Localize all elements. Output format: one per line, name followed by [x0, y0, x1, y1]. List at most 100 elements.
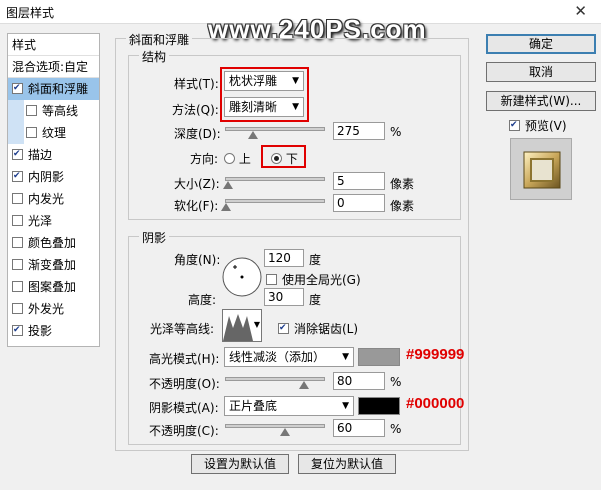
soften-slider-thumb[interactable] — [221, 203, 231, 211]
style-list-label: 斜面和浮雕 — [28, 82, 89, 96]
style-checkbox[interactable] — [26, 127, 37, 138]
technique-label: 方法(Q): — [172, 103, 219, 117]
style-preview-thumbnail — [510, 138, 572, 200]
contour-icon — [223, 314, 253, 341]
shadow-opacity-input[interactable]: 60 — [333, 419, 385, 437]
global-light-label: 使用全局光(G) — [282, 273, 361, 287]
size-input[interactable]: 5 — [333, 172, 385, 190]
soften-unit: 像素 — [390, 199, 415, 213]
make-default-button[interactable]: 设置为默认值 — [191, 454, 289, 474]
highlight-hex-annotation: #999999 — [406, 346, 465, 363]
altitude-input[interactable]: 30 — [264, 288, 304, 306]
style-list-item-content: 投影 — [12, 324, 52, 338]
style-list-label: 外发光 — [28, 302, 65, 316]
style-list-item-content: 纹理 — [26, 126, 66, 140]
style-list-header[interactable]: 混合选项:自定 — [8, 56, 99, 78]
soften-slider[interactable] — [221, 199, 325, 211]
highlight-opacity-label: 不透明度(O): — [149, 377, 220, 391]
style-list-item[interactable]: 渐变叠加 — [8, 254, 99, 276]
style-list-item[interactable]: 等高线 — [8, 100, 99, 122]
style-checkbox[interactable] — [12, 303, 23, 314]
structure-title: 结构 — [139, 48, 170, 65]
style-checkbox[interactable] — [12, 215, 23, 226]
size-slider[interactable] — [222, 177, 325, 189]
shadow-mode-select[interactable]: 正片叠底 ▼ — [224, 396, 354, 416]
highlight-color-swatch[interactable] — [358, 348, 400, 366]
reset-default-button[interactable]: 复位为默认值 — [298, 454, 396, 474]
depth-slider-thumb[interactable] — [247, 131, 258, 139]
preview-label: 预览(V) — [525, 119, 567, 133]
shadow-color-swatch[interactable] — [358, 397, 400, 415]
highlight-box-style — [220, 67, 309, 122]
highlight-opacity-input[interactable]: 80 — [333, 372, 385, 390]
highlight-opacity-slider[interactable] — [225, 377, 325, 389]
ok-button[interactable]: 确定 — [486, 34, 596, 54]
highlight-box-direction — [261, 145, 306, 168]
style-list-item[interactable]: 内发光 — [8, 188, 99, 210]
style-list-item[interactable]: 描边 — [8, 144, 99, 166]
direction-up-radio[interactable] — [224, 153, 235, 164]
style-checkbox[interactable] — [12, 237, 23, 248]
shadow-mode-label: 阴影模式(A): — [149, 401, 219, 415]
style-checkbox[interactable] — [12, 149, 23, 160]
style-checkbox[interactable] — [12, 83, 23, 94]
chevron-down-icon: ▼ — [253, 320, 260, 329]
style-checkbox[interactable] — [26, 105, 37, 116]
highlight-mode-select[interactable]: 线性减淡（添加） ▼ — [224, 347, 354, 367]
style-list-label: 混合选项:自定 — [12, 60, 89, 74]
antialias-label: 消除锯齿(L) — [294, 322, 359, 336]
preview-option[interactable]: 预览(V) — [509, 117, 567, 134]
soften-input[interactable]: 0 — [333, 194, 385, 212]
cancel-button[interactable]: 取消 — [486, 62, 596, 82]
style-list-label: 样式 — [12, 38, 37, 52]
direction-up-option[interactable]: 上 — [224, 150, 251, 167]
depth-unit: % — [390, 125, 402, 139]
style-list-label: 渐变叠加 — [28, 258, 77, 272]
style-list-item[interactable]: 图案叠加 — [8, 276, 99, 298]
depth-slider[interactable] — [225, 127, 325, 139]
shading-title: 阴影 — [139, 229, 170, 246]
preview-checkbox[interactable] — [509, 120, 520, 131]
gold-frame-preview — [523, 151, 561, 189]
style-list-item-content: 图案叠加 — [12, 280, 76, 294]
style-list-label: 纹理 — [42, 126, 67, 140]
size-slider-thumb[interactable] — [222, 181, 233, 189]
shadow-mode-value: 正片叠底 — [229, 399, 278, 413]
shadow-opacity-thumb[interactable] — [279, 428, 290, 436]
altitude-unit: 度 — [309, 293, 322, 307]
style-list-item-content: 等高线 — [26, 104, 78, 118]
style-checkbox[interactable] — [12, 259, 23, 270]
style-list-item[interactable]: 外发光 — [8, 298, 99, 320]
highlight-opacity-thumb[interactable] — [299, 381, 310, 389]
gloss-contour-picker[interactable]: ▼ — [222, 309, 262, 342]
style-list-item-content: 光泽 — [12, 214, 52, 228]
angle-dial[interactable] — [221, 256, 263, 298]
style-checkbox[interactable] — [12, 325, 23, 336]
global-light-option[interactable]: 使用全局光(G) — [266, 271, 361, 288]
new-style-button[interactable]: 新建样式(W)... — [486, 91, 596, 111]
style-checkbox[interactable] — [12, 281, 23, 292]
style-list-item[interactable]: 斜面和浮雕 — [8, 78, 99, 100]
style-list: 样式混合选项:自定斜面和浮雕等高线纹理描边内阴影内发光光泽颜色叠加渐变叠加图案叠… — [7, 33, 100, 347]
style-label: 样式(T): — [174, 77, 219, 91]
shadow-opacity-slider[interactable] — [225, 424, 325, 436]
style-list-item[interactable]: 颜色叠加 — [8, 232, 99, 254]
angle-input[interactable]: 120 — [264, 249, 304, 267]
antialias-checkbox[interactable] — [278, 323, 289, 334]
global-light-checkbox[interactable] — [266, 274, 277, 285]
style-list-item[interactable]: 纹理 — [8, 122, 99, 144]
style-list-item-content: 斜面和浮雕 — [12, 82, 88, 96]
close-icon[interactable]: ✕ — [574, 2, 587, 20]
depth-input[interactable]: 275 — [333, 122, 385, 140]
highlight-mode-label: 高光模式(H): — [149, 352, 220, 366]
shadow-opacity-unit: % — [390, 422, 402, 436]
style-list-item[interactable]: 内阴影 — [8, 166, 99, 188]
style-list-item[interactable]: 光泽 — [8, 210, 99, 232]
style-list-item[interactable]: 投影 — [8, 320, 99, 342]
style-checkbox[interactable] — [12, 193, 23, 204]
style-list-item-content: 外发光 — [12, 302, 64, 316]
style-checkbox[interactable] — [12, 171, 23, 182]
antialias-option[interactable]: 消除锯齿(L) — [278, 320, 358, 337]
style-list-header[interactable]: 样式 — [8, 34, 99, 56]
style-list-item-content: 渐变叠加 — [12, 258, 76, 272]
